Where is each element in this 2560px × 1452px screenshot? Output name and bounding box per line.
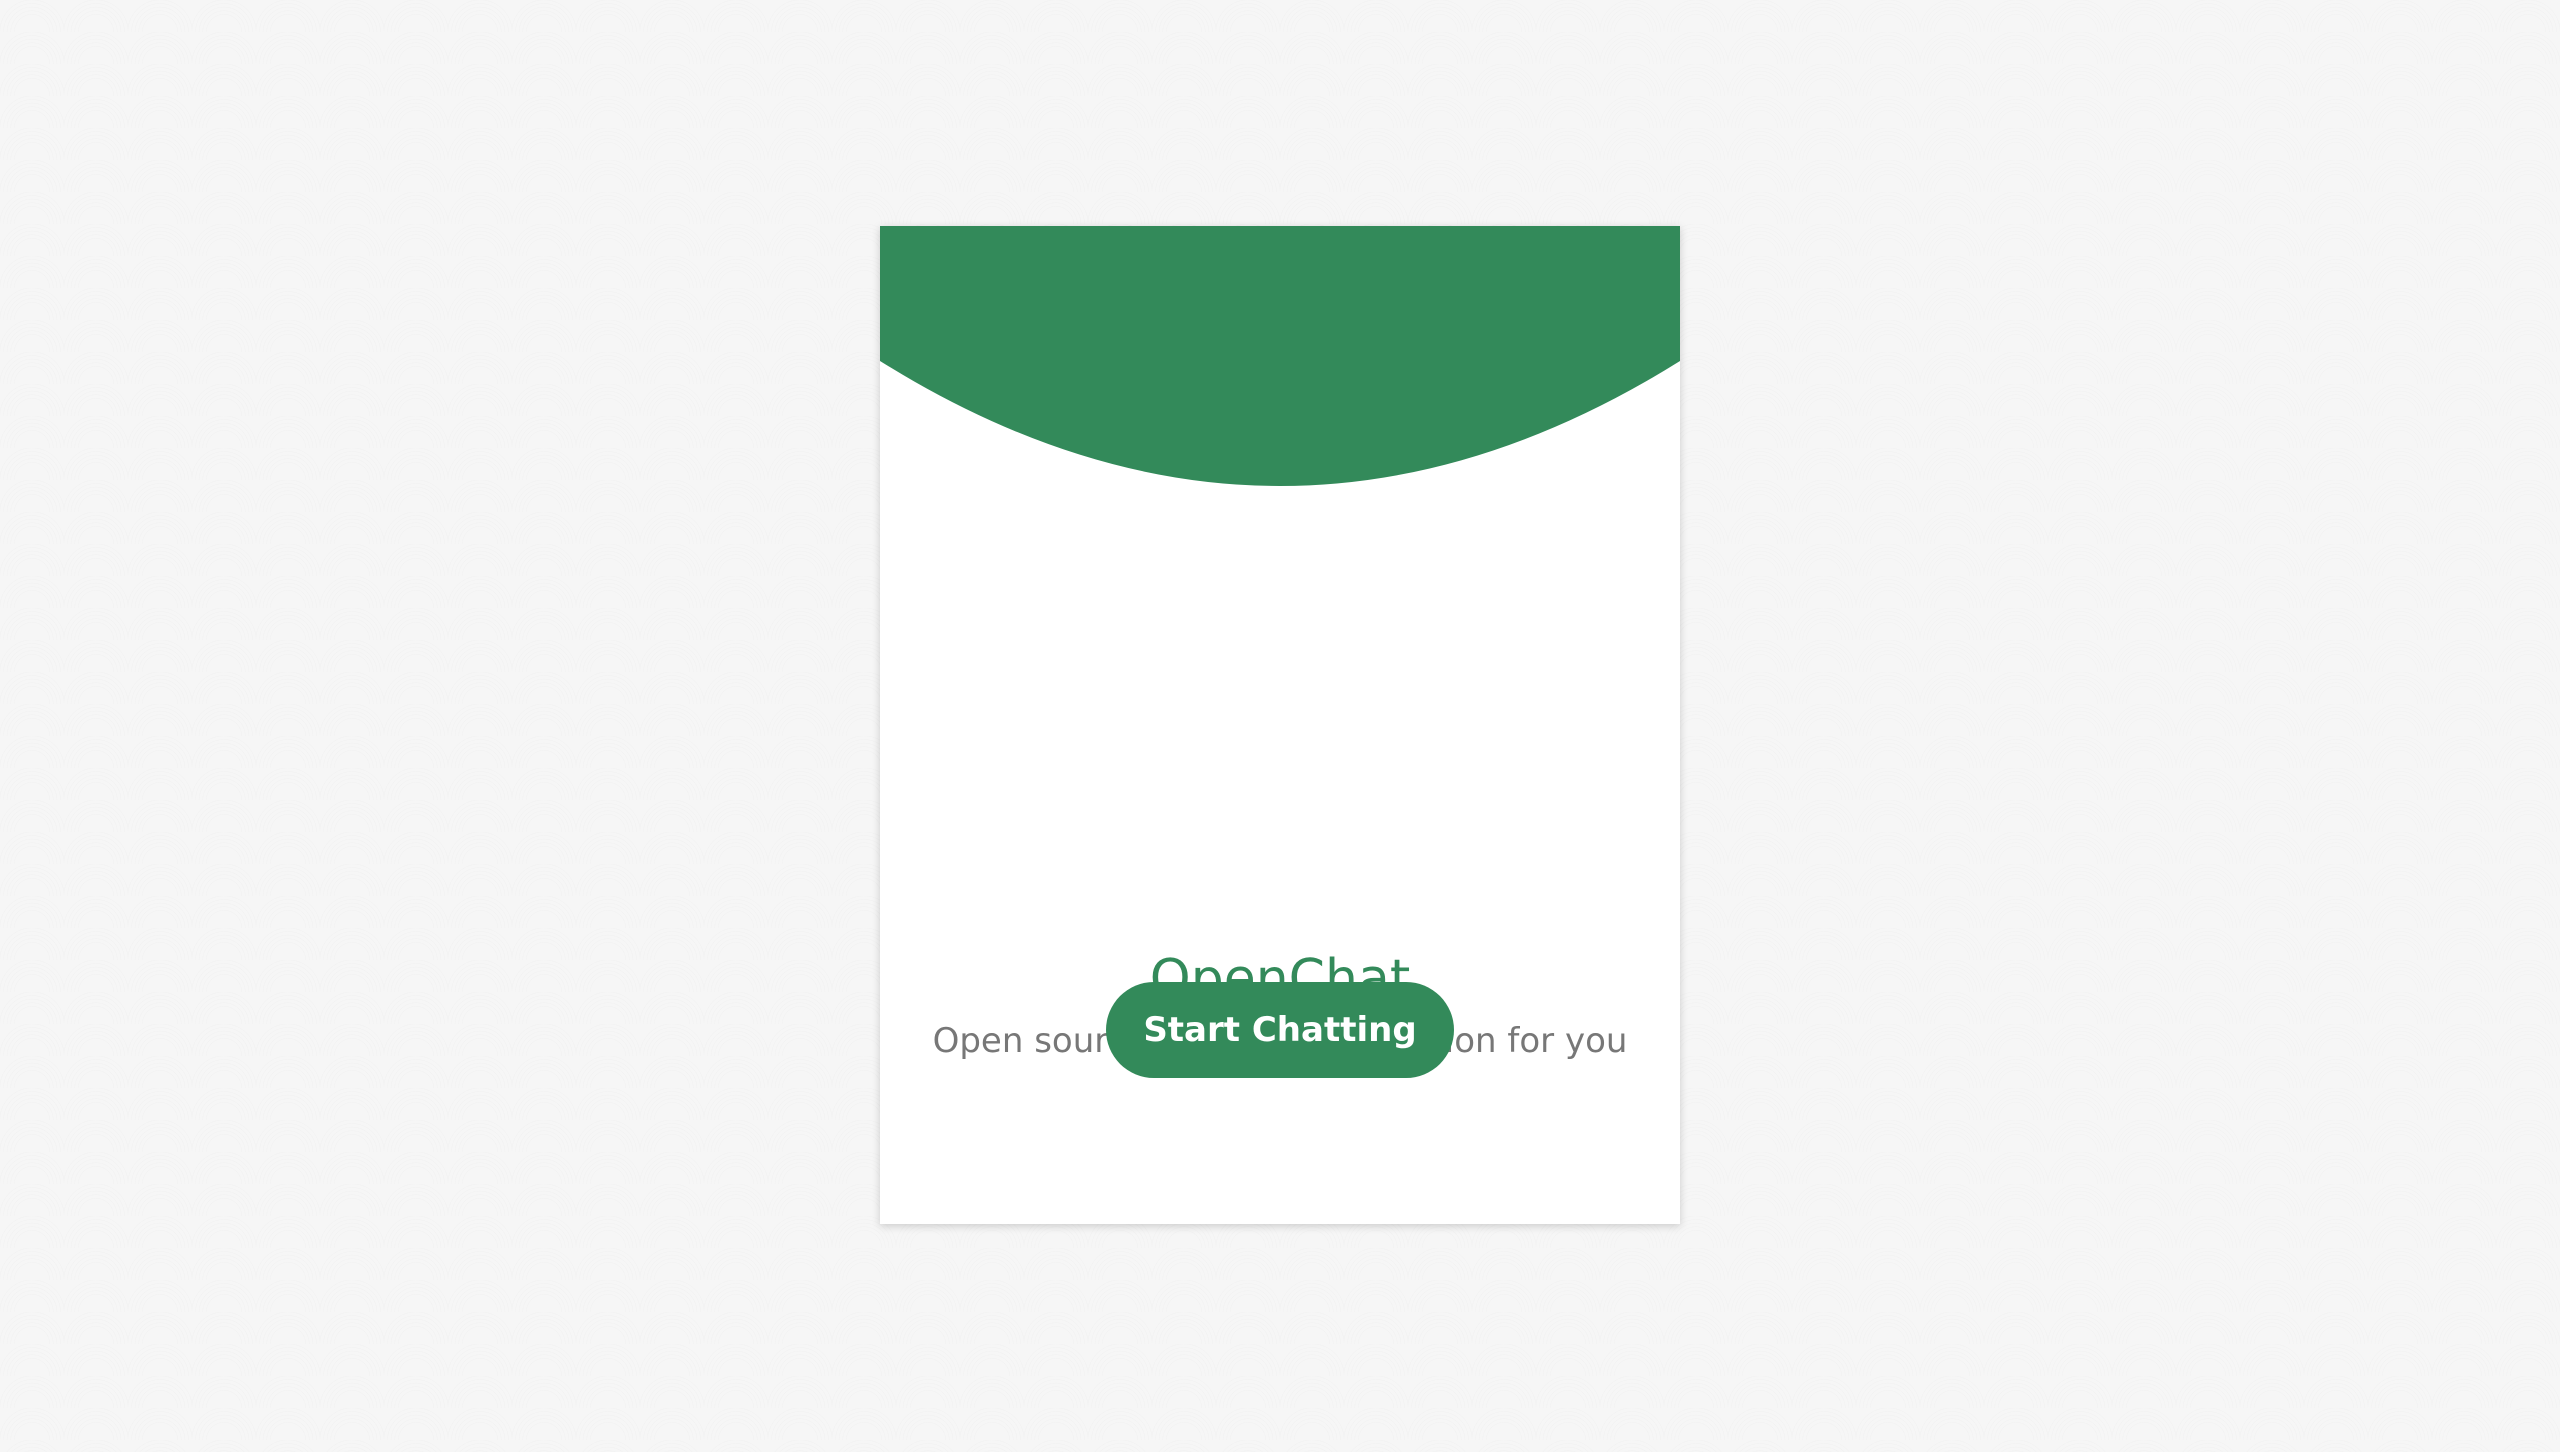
start-chatting-button[interactable]: Start Chatting — [1106, 982, 1454, 1078]
welcome-card: OpenChat Open source chatting applicatio… — [880, 226, 1680, 1224]
header-curve-shape — [880, 226, 1680, 486]
card-header-banner — [880, 226, 1680, 486]
